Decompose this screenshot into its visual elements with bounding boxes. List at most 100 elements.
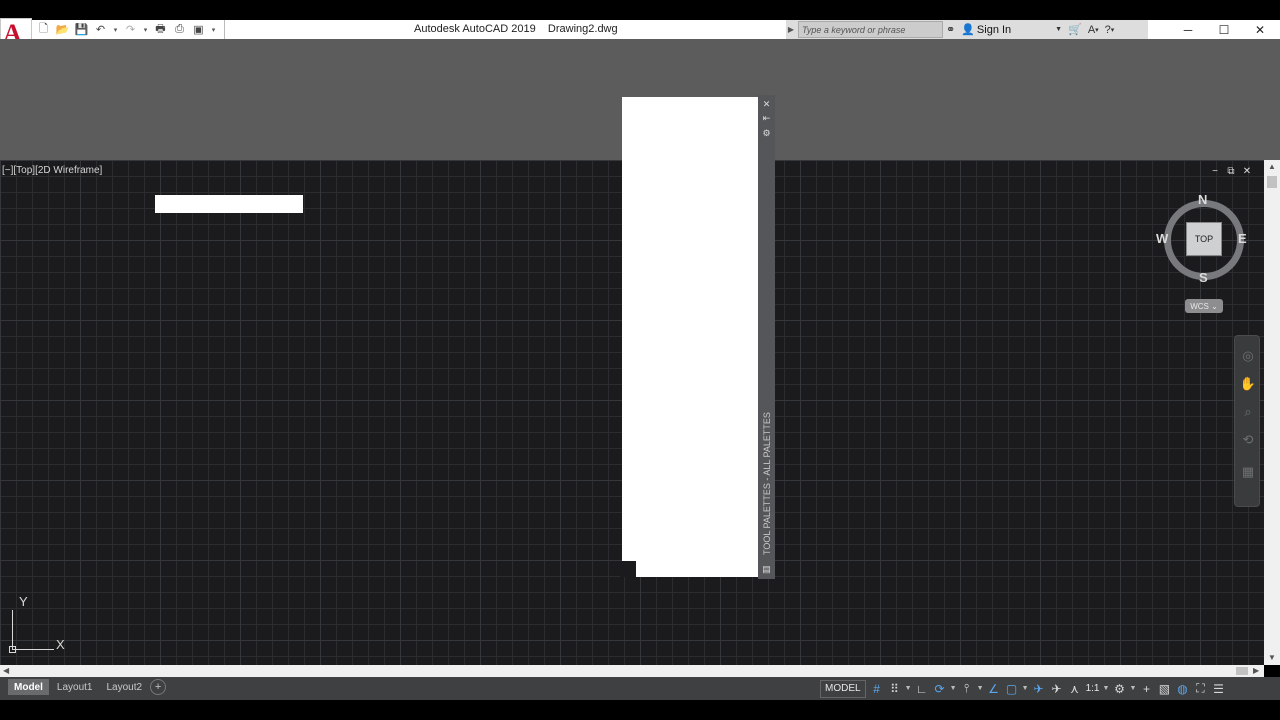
ucs-icon: Y X — [8, 592, 78, 662]
viewport-close-icon[interactable]: ✕ — [1242, 166, 1252, 177]
orbit-icon[interactable]: ⟲ — [1239, 432, 1257, 450]
annotation-scale-icon[interactable]: ⋏ — [1066, 679, 1084, 699]
palette-menu-icon[interactable]: ▤ — [761, 564, 772, 575]
compass-south[interactable]: S — [1199, 270, 1208, 285]
object-snap-icon[interactable]: ▢ — [1003, 679, 1021, 699]
open-icon[interactable]: 📂 — [55, 22, 70, 37]
publish-icon[interactable]: ⎙ — [172, 22, 187, 37]
save-icon[interactable]: 💾 — [74, 22, 89, 37]
workspace-dropdown-icon[interactable]: ▼ — [1128, 679, 1137, 699]
viewcube[interactable]: TOP N S E W — [1156, 190, 1250, 285]
annotation-scale-value[interactable]: 1:1 — [1084, 683, 1102, 694]
window-controls: ─ ☐ ✕ — [1170, 20, 1280, 39]
model-space-button[interactable]: MODEL — [820, 679, 866, 698]
vertical-scrollbar[interactable]: ▲ ▼ — [1264, 160, 1280, 665]
object-snap-dropdown-icon[interactable]: ▼ — [1021, 679, 1030, 699]
workspace-gear-icon[interactable]: ⚙ — [1110, 679, 1128, 699]
viewport-controls[interactable]: [−][Top][2D Wireframe] — [2, 165, 102, 176]
undo-icon[interactable]: ↶ — [93, 22, 108, 37]
redo-dropdown-icon[interactable]: ▾ — [142, 22, 149, 37]
ucs-y-label: Y — [19, 594, 28, 609]
steering-wheel-icon[interactable]: ◎ — [1239, 348, 1257, 366]
compass-west[interactable]: W — [1156, 231, 1168, 246]
scroll-left-icon[interactable]: ◀ — [3, 666, 9, 675]
signin-button[interactable]: 👤 Sign In ▼ — [958, 20, 1065, 39]
horizontal-scroll-thumb[interactable] — [1236, 667, 1248, 675]
horizontal-scrollbar[interactable]: ◀ ▶ — [0, 665, 1264, 677]
viewport-window-controls: − ⧉ ✕ — [1210, 166, 1252, 177]
palette-corner — [620, 561, 636, 577]
window-title: Autodesk AutoCAD 2019 Drawing2.dwg — [414, 23, 618, 35]
scroll-right-icon[interactable]: ▶ — [1253, 666, 1259, 675]
tab-layout1[interactable]: Layout1 — [51, 679, 99, 695]
wcs-menu[interactable]: WCS ⌄ — [1185, 299, 1223, 313]
snap-icon[interactable]: ⠿ — [886, 679, 904, 699]
toolbar-divider — [224, 20, 225, 39]
compass-east[interactable]: E — [1238, 231, 1247, 246]
viewport-restore-icon[interactable]: ⧉ — [1226, 166, 1236, 177]
user-icon: 👤 — [961, 24, 975, 36]
palette-autohide-icon[interactable]: ⇤ — [761, 113, 772, 124]
undo-dropdown-icon[interactable]: ▾ — [112, 22, 119, 37]
minimize-button[interactable]: ─ — [1170, 20, 1206, 39]
grid-icon[interactable]: # — [868, 679, 886, 699]
chevron-down-icon: ▼ — [1055, 26, 1063, 33]
help-icon[interactable]: ? ▾ — [1102, 20, 1118, 39]
redo-icon[interactable]: ↷ — [123, 22, 138, 37]
tool-palette-title: TOOL PALETTES - ALL PALETTES — [762, 412, 772, 555]
maximize-button[interactable]: ☐ — [1206, 20, 1242, 39]
ucs-origin-box — [9, 646, 16, 653]
zoom-icon[interactable]: ⌕ — [1239, 404, 1257, 422]
cart-icon[interactable]: 🛒 — [1065, 20, 1085, 39]
palette-close-icon[interactable]: ✕ — [761, 99, 772, 110]
autodesk-app-icon[interactable]: A ▾ — [1085, 20, 1102, 39]
search-input[interactable] — [798, 21, 943, 38]
isodraft-dropdown-icon[interactable]: ▼ — [976, 679, 985, 699]
isolate-objects-icon[interactable]: ◍ — [1173, 679, 1191, 699]
polar-dropdown-icon[interactable]: ▼ — [949, 679, 958, 699]
snap-dropdown-icon[interactable]: ▼ — [904, 679, 913, 699]
tab-layout2[interactable]: Layout2 — [100, 679, 148, 695]
status-bar: Model Layout1 Layout2 + MODEL # ⠿ ▼ ∟ ⟳ … — [0, 677, 1280, 700]
object-snap-tracking-icon[interactable]: ∠ — [985, 679, 1003, 699]
new-icon[interactable]: 🗋 — [36, 22, 51, 37]
scroll-down-icon[interactable]: ▼ — [1268, 653, 1276, 662]
vertical-scroll-thumb[interactable] — [1267, 176, 1277, 188]
sheet-set-icon[interactable]: ▣ — [191, 22, 206, 37]
status-toolbar: MODEL # ⠿ ▼ ∟ ⟳ ▼ ⫯ ▼ ∠ ▢ ▼ ✈ ✈ ⋏ 1:1 ▼ … — [820, 677, 1227, 700]
infocenter: ▶ ⚭ 👤 Sign In ▼ 🛒 A▾ ?▾ — [786, 20, 1148, 39]
ucs-y-axis — [12, 610, 13, 650]
search-expand-icon[interactable]: ▶ — [786, 25, 796, 34]
drawing-rectangle[interactable] — [155, 195, 303, 213]
annotation-visibility-icon[interactable]: ✈ — [1030, 679, 1048, 699]
scroll-up-icon[interactable]: ▲ — [1268, 162, 1276, 171]
close-button[interactable]: ✕ — [1242, 20, 1278, 39]
isodraft-icon[interactable]: ⫯ — [958, 679, 976, 699]
compass-north[interactable]: N — [1198, 192, 1207, 207]
binoculars-icon[interactable]: ⚭ — [943, 20, 958, 39]
scale-dropdown-icon[interactable]: ▼ — [1101, 679, 1110, 699]
tool-palette-content[interactable] — [622, 97, 758, 577]
annotation-monitor-icon[interactable]: + — [1137, 679, 1155, 699]
customize-qat-icon[interactable]: ▾ — [210, 22, 217, 37]
palette-properties-icon[interactable]: ⚙ — [761, 128, 772, 139]
tab-model[interactable]: Model — [8, 679, 49, 695]
plot-icon[interactable]: 🖶 — [153, 22, 168, 37]
taskbar-gap — [0, 700, 1280, 720]
viewport-minimize-icon[interactable]: − — [1210, 166, 1220, 177]
ucs-x-label: X — [56, 637, 65, 652]
signin-label: Sign In — [976, 23, 1012, 36]
customization-menu-icon[interactable]: ☰ — [1209, 679, 1227, 699]
ucs-x-axis — [12, 649, 54, 650]
layout-tabs: Model Layout1 Layout2 + — [8, 679, 167, 695]
ortho-icon[interactable]: ∟ — [913, 679, 931, 699]
auto-scale-icon[interactable]: ✈ — [1048, 679, 1066, 699]
tool-palette[interactable]: ✕ ⇤ ⚙ ▤ TOOL PALETTES - ALL PALETTES — [620, 95, 775, 579]
clean-screen-icon[interactable]: ⛶ — [1191, 679, 1209, 699]
showmotion-icon[interactable]: ▦ — [1239, 464, 1257, 482]
units-icon[interactable]: ▧ — [1155, 679, 1173, 699]
polar-tracking-icon[interactable]: ⟳ — [931, 679, 949, 699]
viewcube-top-face[interactable]: TOP — [1186, 222, 1222, 256]
add-layout-button[interactable]: + — [150, 679, 167, 695]
pan-icon[interactable]: ✋ — [1239, 376, 1257, 394]
